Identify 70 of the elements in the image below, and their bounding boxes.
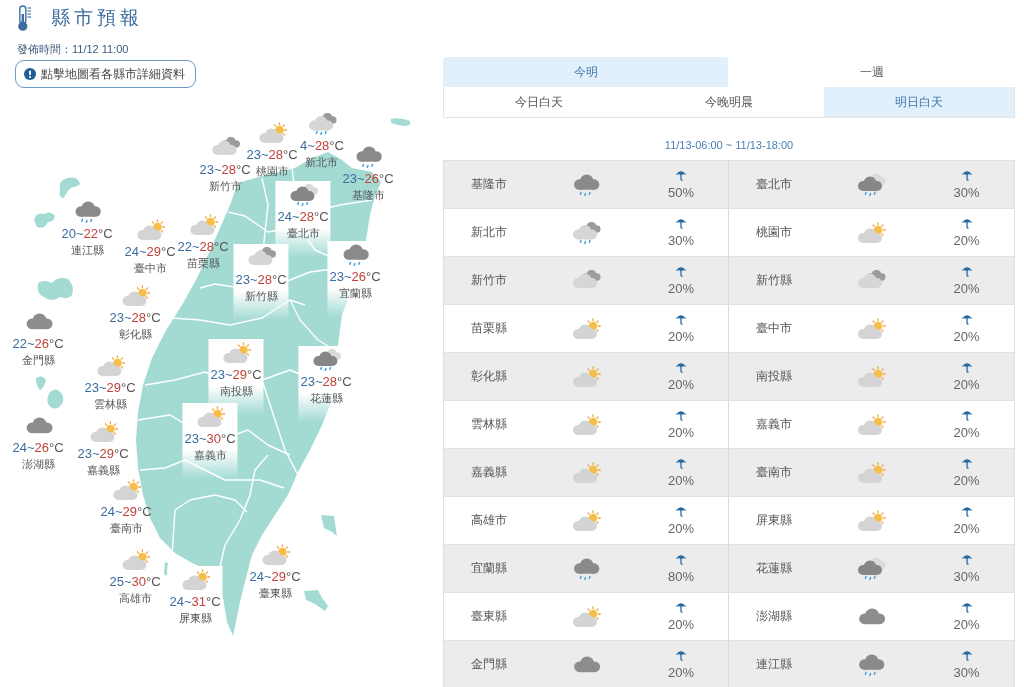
county-name: 臺北市 [286, 226, 320, 241]
county-name: 金門縣 [21, 353, 55, 368]
county-name: 連江縣 [70, 243, 104, 258]
county-name: 高雄市 [118, 591, 152, 606]
county-name: 宜蘭縣 [338, 286, 372, 301]
temperature-range: 23~26°C [329, 269, 381, 284]
temperature-range: 24~29°C [249, 569, 301, 584]
county-name: 南投縣 [219, 384, 253, 399]
rain-chance: 20% [668, 377, 694, 392]
county-name: 臺東縣 [258, 586, 292, 601]
temperature-range: 20~22°C [61, 226, 113, 241]
county-name: 臺中市 [133, 261, 167, 276]
county-name: 新竹縣 [244, 289, 278, 304]
rain-chance: 20% [953, 617, 980, 632]
rain-chance: 20% [668, 425, 694, 440]
rain-chance: 20% [668, 473, 694, 488]
page-title: 縣市預報 [51, 6, 143, 30]
rain-chance: 20% [953, 473, 980, 488]
county-name: 臺南市 [109, 521, 143, 536]
rain-chance: 20% [953, 281, 980, 296]
rain-chance: 30% [953, 185, 980, 200]
temperature-range: 22~26°C [12, 336, 64, 351]
temperature-range: 23~26°C [342, 171, 394, 186]
county-name: 苗栗縣 [186, 256, 220, 271]
county-name: 屏東縣 [178, 611, 212, 626]
county-name: 基隆市 [351, 188, 385, 203]
temperature-range: 23~29°C [210, 367, 262, 382]
rain-chance: 50% [668, 185, 694, 200]
rain-chance: 30% [953, 665, 980, 680]
rain-chance: 20% [953, 233, 980, 248]
temperature-range: 23~30°C [184, 431, 236, 446]
rain-chance: 20% [668, 617, 694, 632]
temperature-range: 23~28°C [300, 374, 352, 389]
rain-chance: 20% [668, 329, 694, 344]
temperature-range: 24~29°C [100, 504, 152, 519]
county-name: 新竹市 [208, 179, 242, 194]
rain-chance: 30% [953, 569, 980, 584]
time-range: 11/13-06:00 ~ 11/13-18:00 [663, 138, 795, 152]
temperature-range: 24~26°C [12, 440, 64, 455]
temperature-range: 23~28°C [199, 162, 251, 177]
rain-chance: 20% [953, 377, 980, 392]
rain-chance: 20% [953, 329, 980, 344]
temperature-range: 25~30°C [109, 574, 161, 589]
temperature-range: 23~28°C [235, 272, 287, 287]
county-name: 嘉義市 [193, 448, 227, 463]
temperature-range: 4~28°C [300, 138, 344, 153]
county-name: 雲林縣 [93, 397, 127, 412]
rain-chance: 20% [668, 665, 694, 680]
publish-time: 發佈時間：11/12 11:00 [17, 42, 130, 56]
rain-chance: 20% [668, 281, 694, 296]
rain-chance: 20% [953, 425, 980, 440]
temperature-range: 24~31°C [169, 594, 221, 609]
county-name: 彰化縣 [118, 327, 152, 342]
temperature-range: 23~29°C [84, 380, 136, 395]
rain-chance: 20% [668, 521, 694, 536]
temperature-range: 23~29°C [77, 446, 129, 461]
rain-chance: 30% [668, 233, 694, 248]
rain-chance: 80% [668, 569, 694, 584]
rain-chance: 20% [953, 521, 980, 536]
county-name: 嘉義縣 [86, 463, 120, 478]
hint-text: 點擊地圖看各縣市詳細資料 [41, 66, 185, 82]
county-name: 澎湖縣 [21, 457, 55, 472]
temperature-range: 22~28°C [177, 239, 229, 254]
temperature-range: 24~28°C [277, 209, 329, 224]
county-name: 新北市 [305, 155, 339, 170]
temperature-range: 23~28°C [109, 310, 161, 325]
temperature-range: 24~29°C [124, 244, 176, 259]
county-name: 桃園市 [255, 164, 289, 179]
county-name: 花蓮縣 [309, 391, 343, 406]
temperature-range: 23~28°C [246, 147, 298, 162]
